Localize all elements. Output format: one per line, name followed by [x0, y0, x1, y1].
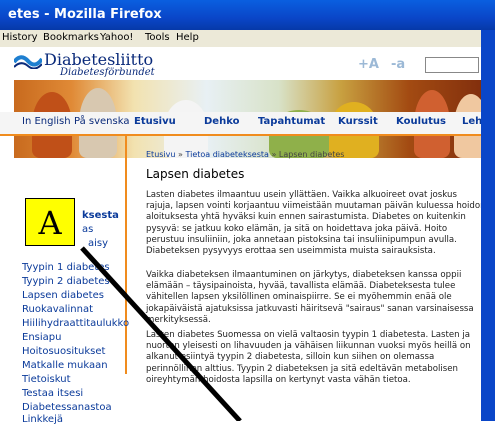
search-input[interactable]: [425, 57, 479, 73]
annotation-marker: A: [25, 198, 75, 246]
sidebar-item-hiilihydraatti[interactable]: Hiilihydraattitaulukko: [22, 318, 129, 329]
article-paragraph: Vaikka diabeteksen ilmaantuminen on järk…: [146, 270, 474, 325]
breadcrumb-separator: »: [175, 150, 186, 159]
font-larger-button[interactable]: +A: [358, 57, 379, 72]
tab-etusivu[interactable]: Etusivu: [134, 116, 176, 127]
breadcrumb: Etusivu » Tietoa diabeteksesta » Lapsen …: [146, 150, 344, 159]
menu-yahoo[interactable]: Yahoo!: [100, 32, 133, 43]
breadcrumb-current: Lapsen diabetes: [278, 150, 345, 159]
sidebar-item-testaa[interactable]: Testaa itsesi: [22, 388, 83, 399]
site-header: Diabetesliitto Diabetesförbundet +A-a Ha: [0, 47, 495, 79]
menu-tools[interactable]: Tools: [145, 32, 170, 43]
article-paragraph: Lasten diabetes ilmaantuu usein yllättäe…: [146, 190, 486, 257]
sidebar-item-tietoa[interactable]: ksesta: [82, 210, 119, 221]
breadcrumb-section[interactable]: Tietoa diabeteksesta: [185, 150, 268, 159]
sidebar-item-tyypin-1[interactable]: Tyypin 1 diabetes: [22, 262, 110, 273]
page-title: Lapsen diabetes: [146, 167, 245, 181]
menu-help[interactable]: Help: [176, 32, 199, 43]
lang-english-link[interactable]: In English: [22, 116, 71, 127]
menu-history[interactable]: History: [2, 32, 38, 43]
font-size-controls: +A -a: [358, 57, 417, 72]
sidebar-divider: [125, 136, 127, 374]
menu-bar: History Bookmarks Yahoo! Tools Help: [0, 30, 495, 47]
window-frame-right: [481, 30, 495, 421]
article-paragraph: Lasten diabetes Suomessa on vielä valtao…: [146, 330, 471, 385]
tab-kurssit[interactable]: Kurssit: [338, 116, 378, 127]
window-titlebar: etes - Mozilla Firefox: [0, 0, 495, 30]
window-title: etes - Mozilla Firefox: [8, 7, 162, 22]
sidebar-item[interactable]: aisy: [88, 238, 108, 249]
sidebar-item-hoitosuositukset[interactable]: Hoitosuositukset: [22, 346, 105, 357]
sidebar-item-tietoiskut[interactable]: Tietoiskut: [22, 374, 71, 385]
sidebar-item-lapsen-diabetes[interactable]: Lapsen diabetes: [22, 290, 104, 301]
main-tabs: Etusivu Dehko Tapahtumat Kurssit Koulutu…: [120, 112, 495, 134]
sidebar-item-matkalle[interactable]: Matkalle mukaan: [22, 360, 108, 371]
tab-koulutus[interactable]: Koulutus: [396, 116, 446, 127]
logo-subtitle: Diabetesförbundet: [60, 67, 155, 78]
logo-wave-icon: [14, 55, 42, 69]
sidebar-item-linkkeja[interactable]: Linkkejä: [22, 415, 63, 425]
sidebar-item-ruokavalinnat[interactable]: Ruokavalinnat: [22, 304, 93, 315]
sidebar-item[interactable]: as: [82, 224, 93, 235]
font-smaller-button[interactable]: -a: [391, 57, 405, 72]
breadcrumb-separator: »: [268, 150, 279, 159]
tab-dehko[interactable]: Dehko: [204, 116, 239, 127]
tab-tapahtumat[interactable]: Tapahtumat: [258, 116, 325, 127]
sidebar-item-tyypin-2[interactable]: Tyypin 2 diabetes: [22, 276, 110, 287]
breadcrumb-home[interactable]: Etusivu: [146, 150, 175, 159]
menu-bookmarks[interactable]: Bookmarks: [43, 32, 99, 43]
sidebar-item-ensiapu[interactable]: Ensiapu: [22, 332, 61, 343]
sidebar-item-sanasto[interactable]: Diabetessanastoa: [22, 402, 112, 413]
